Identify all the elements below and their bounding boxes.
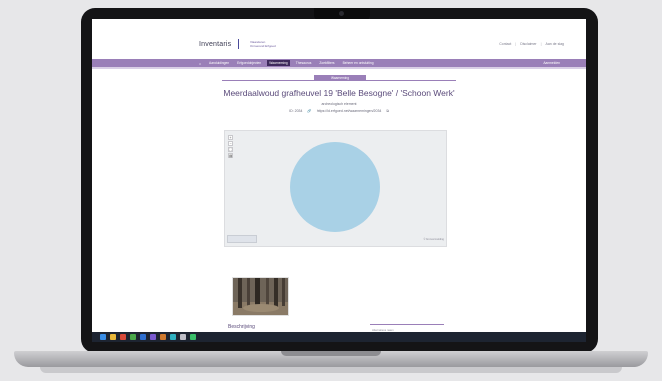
nav-item-aanduidingen[interactable]: Aanduidingen (207, 60, 231, 66)
camera-icon (339, 11, 344, 16)
site-circle-marker[interactable] (290, 142, 380, 232)
vlaanderen-logo-icon (238, 39, 246, 49)
map-controls: + − ⛶ ▤ (228, 135, 233, 158)
category-badge: Waarneming (314, 75, 366, 81)
zoom-out-button[interactable]: − (228, 141, 233, 146)
app-icon[interactable] (180, 334, 186, 340)
zoom-in-button[interactable]: + (228, 135, 233, 140)
app-icon[interactable] (150, 334, 156, 340)
nav-item-beheer[interactable]: Beheer en ontsluiting (341, 60, 376, 66)
login-link[interactable]: Aanmelden (543, 60, 560, 66)
home-icon[interactable]: ⌂ (199, 61, 203, 66)
app-icon[interactable] (170, 334, 176, 340)
page-title: Meerdaalwoud grafheuvel 19 'Belle Besogn… (223, 88, 455, 98)
header-link-contact[interactable]: Contact (499, 42, 511, 46)
layers-button[interactable]: ▤ (228, 153, 233, 158)
nav-item-erfgoedobjecten[interactable]: Erfgoedobjecten (235, 60, 263, 66)
id-label: ID: 2034 (289, 109, 303, 113)
map-view[interactable]: + − ⛶ ▤ © bronvermelding (224, 130, 447, 247)
forest-photo (233, 278, 288, 315)
map-scale-bar (227, 235, 257, 243)
browser-icon[interactable] (140, 334, 146, 340)
main-nav: ⌂ Aanduidingen Erfgoedobjecten Waarnemin… (92, 59, 586, 67)
app-icon[interactable] (130, 334, 136, 340)
description-title: Beschrijving (228, 324, 255, 330)
header-link-start[interactable]: Aan de slag (546, 42, 565, 46)
os-taskbar (92, 332, 586, 342)
nav-item-thesaurus[interactable]: Thesaurus (294, 60, 314, 66)
link-icon: 🔗 (307, 109, 312, 113)
header-links: Contact | Disclaimer | Aan de slag (499, 42, 564, 46)
nav-item-zoekfilters[interactable]: Zoekfilters (317, 60, 336, 66)
laptop-shadow (40, 367, 622, 373)
nav-item-waarneming[interactable]: Waarneming (267, 60, 290, 66)
main-content: Waarneming Meerdaalwoud grafheuvel 19 'B… (92, 69, 586, 342)
site-photo[interactable] (232, 277, 289, 316)
map-attribution: © bronvermelding (423, 238, 444, 241)
header-link-disclaimer[interactable]: Disclaimer (520, 42, 536, 46)
logo-sub-2: Onroerend Erfgoed (250, 44, 276, 48)
permalink[interactable]: https://id.erfgoed.net/waarnemingen/2034 (317, 109, 382, 113)
file-explorer-icon[interactable] (110, 334, 116, 340)
page-subtitle: archeologisch element (321, 102, 357, 106)
meta-line: ID: 2034 🔗 https://id.erfgoed.net/waarne… (92, 109, 586, 113)
logo-subtitle: Vlaanderen Onroerend Erfgoed (250, 40, 276, 48)
app-icon[interactable] (190, 334, 196, 340)
site-header: Inventaris Vlaanderen Onroerend Erfgoed … (92, 19, 586, 59)
header-link-separator: | (515, 42, 517, 46)
mail-icon[interactable] (120, 334, 126, 340)
browser-screen: Inventaris Vlaanderen Onroerend Erfgoed … (92, 19, 586, 342)
laptop-hinge-notch (281, 351, 381, 356)
header-link-separator: | (540, 42, 542, 46)
fullscreen-button[interactable]: ⛶ (228, 147, 233, 152)
copy-icon[interactable]: ⧉ (386, 109, 389, 113)
start-icon[interactable] (100, 334, 106, 340)
app-icon[interactable] (160, 334, 166, 340)
site-logo[interactable]: Inventaris (199, 41, 231, 48)
